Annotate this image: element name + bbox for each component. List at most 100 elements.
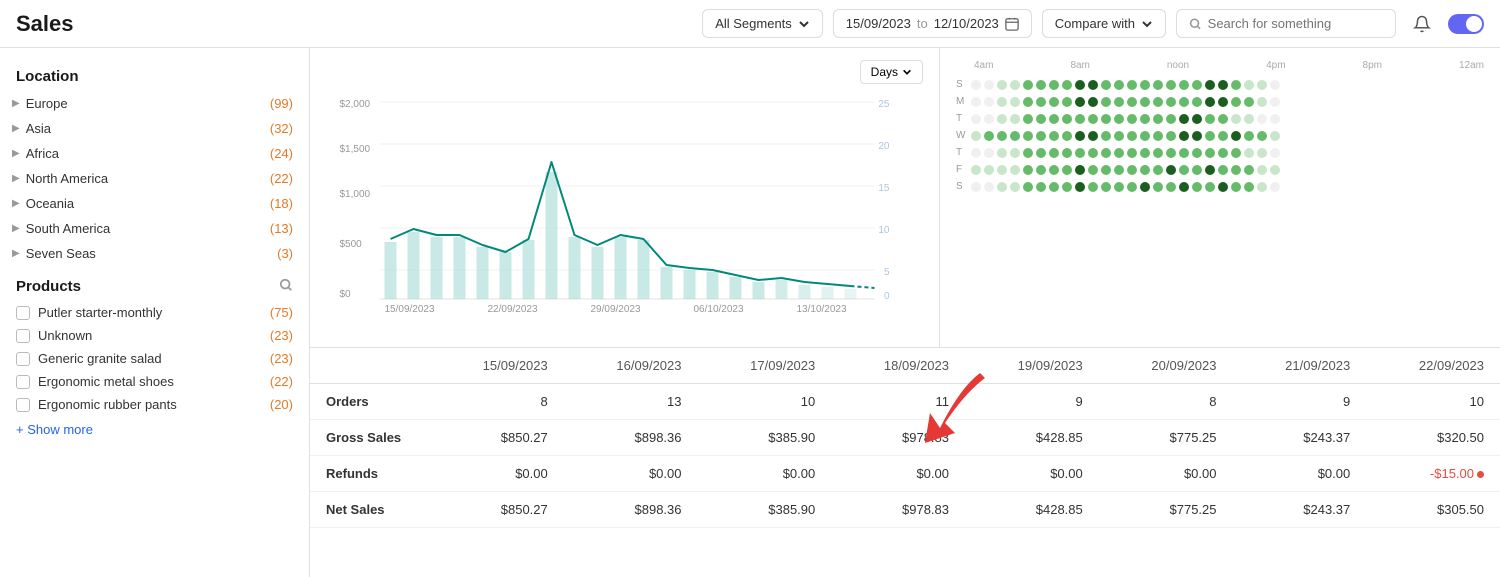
dot — [1049, 114, 1059, 124]
dot — [984, 114, 994, 124]
dot — [1010, 165, 1020, 175]
dot — [1010, 114, 1020, 124]
dot — [1257, 80, 1267, 90]
segments-dropdown[interactable]: All Segments — [702, 9, 823, 38]
svg-text:15: 15 — [878, 183, 890, 194]
cell: 11 — [831, 384, 965, 420]
dot — [1062, 131, 1072, 141]
dot — [1244, 148, 1254, 158]
table-area: 15/09/2023 16/09/2023 17/09/2023 18/09/2… — [310, 348, 1500, 577]
dot — [1140, 114, 1150, 124]
dot — [1153, 148, 1163, 158]
chevron-icon: ▶ — [12, 173, 20, 184]
dot — [971, 148, 981, 158]
dot — [1075, 114, 1085, 124]
sidebar-item-south-america[interactable]: ▶ South America (13) — [0, 216, 309, 241]
dot — [1088, 97, 1098, 107]
charts-row: Days $2,000 $1,500 $1,000 $500 $0 — [310, 48, 1500, 348]
dot — [1075, 182, 1085, 192]
product-checkbox[interactable] — [16, 306, 30, 320]
products-search-icon[interactable] — [279, 278, 293, 295]
dot — [1140, 148, 1150, 158]
sidebar: Location ▶ Europe (99) ▶ Asia (32) ▶ Afr… — [0, 48, 310, 577]
dot — [971, 97, 981, 107]
dot — [1127, 97, 1137, 107]
dot — [1049, 97, 1059, 107]
time-label-4pm: 4pm — [1266, 60, 1285, 71]
notification-bell[interactable] — [1406, 8, 1438, 40]
cell: -$15.00 — [1366, 456, 1500, 492]
dot — [997, 97, 1007, 107]
chevron-icon: ▶ — [12, 223, 20, 234]
cell: $385.90 — [698, 420, 832, 456]
dot — [1257, 97, 1267, 107]
dot — [1257, 182, 1267, 192]
dot — [1062, 114, 1072, 124]
product-name: Ergonomic rubber pants — [38, 397, 262, 412]
dot — [984, 148, 994, 158]
cell: $0.00 — [1233, 456, 1367, 492]
sidebar-item-europe[interactable]: ▶ Europe (99) — [0, 91, 309, 116]
sidebar-item-africa[interactable]: ▶ Africa (24) — [0, 141, 309, 166]
product-item-2[interactable]: Unknown (23) — [0, 324, 309, 347]
dot — [1062, 97, 1072, 107]
table-row-gross-sales: Gross Sales $850.27 $898.36 $385.90 $978… — [310, 420, 1500, 456]
dot — [1062, 80, 1072, 90]
product-item-4[interactable]: Ergonomic metal shoes (22) — [0, 370, 309, 393]
row-label: Net Sales — [310, 492, 430, 528]
toggle-switch[interactable] — [1448, 14, 1484, 34]
dot — [1192, 165, 1202, 175]
dot — [997, 114, 1007, 124]
sidebar-item-seven-seas[interactable]: ▶ Seven Seas (3) — [0, 241, 309, 266]
time-label-8pm: 8pm — [1363, 60, 1382, 71]
dot-row: T — [956, 113, 1484, 124]
product-checkbox[interactable] — [16, 375, 30, 389]
cell: $305.50 — [1366, 492, 1500, 528]
dot-day-label: S — [956, 181, 968, 192]
dot — [1153, 182, 1163, 192]
product-item-5[interactable]: Ergonomic rubber pants (20) — [0, 393, 309, 416]
dot — [1218, 131, 1228, 141]
dot — [1127, 165, 1137, 175]
dot — [1114, 80, 1124, 90]
sidebar-item-count: (3) — [277, 246, 293, 261]
product-checkbox[interactable] — [16, 352, 30, 366]
product-item-3[interactable]: Generic granite salad (23) — [0, 347, 309, 370]
product-checkbox[interactable] — [16, 398, 30, 412]
sidebar-item-asia[interactable]: ▶ Asia (32) — [0, 116, 309, 141]
search-input[interactable] — [1208, 16, 1383, 31]
sidebar-item-label: South America — [26, 221, 264, 236]
compare-dropdown[interactable]: Compare with — [1042, 9, 1166, 38]
date-range-picker[interactable]: 15/09/2023 to 12/10/2023 — [833, 9, 1032, 38]
products-header: Products — [0, 266, 309, 301]
search-box[interactable] — [1176, 9, 1396, 38]
col-header-7: 21/09/2023 — [1233, 348, 1367, 384]
dot — [1049, 80, 1059, 90]
time-label-4am: 4am — [974, 60, 993, 71]
dot-day-label: W — [956, 130, 968, 141]
dot — [1231, 80, 1241, 90]
sidebar-item-oceania[interactable]: ▶ Oceania (18) — [0, 191, 309, 216]
dot — [1270, 131, 1280, 141]
dot — [1257, 165, 1267, 175]
dot — [1075, 165, 1085, 175]
chevron-icon: ▶ — [12, 148, 20, 159]
dot — [1088, 131, 1098, 141]
dot — [1205, 131, 1215, 141]
cell: $243.37 — [1233, 420, 1367, 456]
dot — [971, 182, 981, 192]
dot — [984, 97, 994, 107]
show-more-link[interactable]: + Show more — [0, 416, 309, 443]
dot — [1205, 80, 1215, 90]
sidebar-item-north-america[interactable]: ▶ North America (22) — [0, 166, 309, 191]
dot — [1010, 182, 1020, 192]
dot-day-label: F — [956, 164, 968, 175]
product-checkbox[interactable] — [16, 329, 30, 343]
cell: $0.00 — [430, 456, 564, 492]
product-item-1[interactable]: Putler starter-monthly (75) — [0, 301, 309, 324]
dot — [984, 165, 994, 175]
dot-row: F — [956, 164, 1484, 175]
days-button[interactable]: Days — [860, 60, 923, 84]
svg-text:$1,000: $1,000 — [340, 189, 371, 200]
dot — [1023, 182, 1033, 192]
